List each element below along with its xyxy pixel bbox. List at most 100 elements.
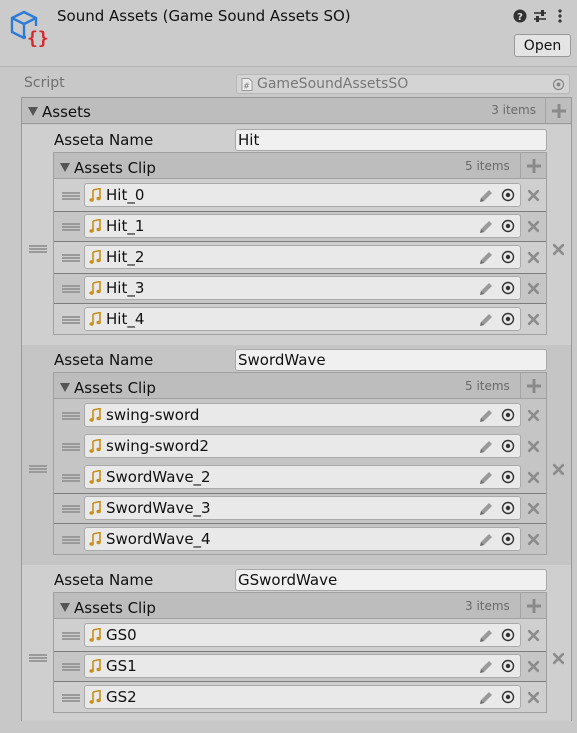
audio-clip-field[interactable]: SwordWave_4 [84,527,521,551]
audio-clip-field[interactable]: GS0 [84,623,521,647]
pencil-icon[interactable] [478,408,494,424]
assets-clip-foldout-icon[interactable] [60,163,70,172]
audio-clip-name: GS0 [106,626,137,644]
clip-drag-handle[interactable] [62,474,80,482]
remove-clip-button[interactable] [527,187,540,202]
remove-clip-button[interactable] [527,438,540,453]
remove-clip-button[interactable] [527,218,540,233]
audio-clip-field[interactable]: swing-sword2 [84,434,521,458]
object-picker-icon[interactable] [552,78,565,91]
audio-clip-field[interactable]: Hit_3 [84,276,521,300]
object-picker-icon[interactable] [501,628,515,642]
clip-drag-handle[interactable] [62,412,80,420]
more-menu-icon[interactable] [552,8,567,23]
audio-clip-field[interactable]: Hit_4 [84,307,521,331]
element-drag-handle[interactable] [29,654,47,662]
remove-element-button[interactable] [552,241,565,256]
pencil-icon[interactable] [478,690,494,706]
script-field[interactable]: # GameSoundAssetsSO [236,74,570,94]
audio-clip-field[interactable]: Hit_2 [84,245,521,269]
object-picker-icon[interactable] [501,281,515,295]
script-label: Script [24,75,65,91]
clip-drag-handle[interactable] [62,536,80,544]
assets-label: Assets [42,103,91,121]
clip-drag-handle[interactable] [62,223,80,231]
remove-element-button[interactable] [552,461,565,476]
audio-clip-icon [89,690,101,704]
assets-clip-count: 5 items [465,379,510,393]
pencil-icon[interactable] [478,250,494,266]
remove-clip-button[interactable] [527,658,540,673]
pencil-icon[interactable] [478,439,494,455]
object-picker-icon[interactable] [501,470,515,484]
pencil-icon[interactable] [478,281,494,297]
asset-name-field[interactable]: Hit [235,129,547,151]
assets-add-button[interactable] [545,98,571,123]
object-picker-icon[interactable] [501,312,515,326]
audio-clip-icon [89,659,101,673]
help-icon[interactable]: ? [512,8,527,23]
remove-clip-button[interactable] [527,407,540,422]
remove-clip-button[interactable] [527,531,540,546]
clip-drag-handle[interactable] [62,254,80,262]
object-picker-icon[interactable] [501,408,515,422]
asset-name-field[interactable]: GSwordWave [235,569,547,591]
pencil-icon[interactable] [478,659,494,675]
object-picker-icon[interactable] [501,439,515,453]
assets-foldout-icon[interactable] [28,107,38,116]
audio-clip-field[interactable]: Hit_1 [84,214,521,238]
open-button[interactable]: Open [514,34,571,57]
object-picker-icon[interactable] [501,188,515,202]
remove-clip-button[interactable] [527,280,540,295]
remove-clip-button[interactable] [527,689,540,704]
clip-drag-handle[interactable] [62,632,80,640]
pencil-icon[interactable] [478,470,494,486]
clip-drag-handle[interactable] [62,316,80,324]
audio-clip-field[interactable]: GS1 [84,654,521,678]
assets-clip-add-button[interactable] [520,373,546,398]
preset-sliders-icon[interactable] [532,8,547,23]
clip-drag-handle[interactable] [62,694,80,702]
remove-clip-button[interactable] [527,469,540,484]
object-picker-icon[interactable] [501,250,515,264]
clip-drag-handle[interactable] [62,285,80,293]
remove-clip-button[interactable] [527,627,540,642]
audio-clip-field[interactable]: Hit_0 [84,183,521,207]
assets-list-header[interactable] [22,98,571,124]
clip-drag-handle[interactable] [62,192,80,200]
pencil-icon[interactable] [478,188,494,204]
object-picker-icon[interactable] [501,690,515,704]
element-drag-handle[interactable] [29,465,47,473]
clip-drag-handle[interactable] [62,663,80,671]
audio-clip-field[interactable]: GS2 [84,685,521,709]
pencil-icon[interactable] [478,532,494,548]
audio-clip-icon [89,628,101,642]
pencil-icon[interactable] [478,501,494,517]
object-picker-icon[interactable] [501,501,515,515]
clip-drag-handle[interactable] [62,443,80,451]
remove-clip-button[interactable] [527,249,540,264]
asset-name-field[interactable]: SwordWave [235,349,547,371]
audio-clip-name: SwordWave_4 [106,530,211,548]
remove-clip-button[interactable] [527,311,540,326]
remove-element-button[interactable] [552,650,565,665]
audio-clip-field[interactable]: swing-sword [84,403,521,427]
remove-clip-button[interactable] [527,500,540,515]
audio-clip-field[interactable]: SwordWave_2 [84,465,521,489]
audio-clip-icon [89,250,101,264]
assets-count: 3 items [491,103,536,117]
object-picker-icon[interactable] [501,219,515,233]
assets-clip-add-button[interactable] [520,153,546,178]
audio-clip-field[interactable]: SwordWave_3 [84,496,521,520]
pencil-icon[interactable] [478,312,494,328]
assets-clip-foldout-icon[interactable] [60,383,70,392]
pencil-icon[interactable] [478,219,494,235]
assets-clip-add-button[interactable] [520,593,546,618]
element-drag-handle[interactable] [29,245,47,253]
object-picker-icon[interactable] [501,532,515,546]
object-picker-icon[interactable] [501,659,515,673]
assets-clip-foldout-icon[interactable] [60,603,70,612]
clip-drag-handle[interactable] [62,505,80,513]
assets-clip-count: 5 items [465,159,510,173]
pencil-icon[interactable] [478,628,494,644]
